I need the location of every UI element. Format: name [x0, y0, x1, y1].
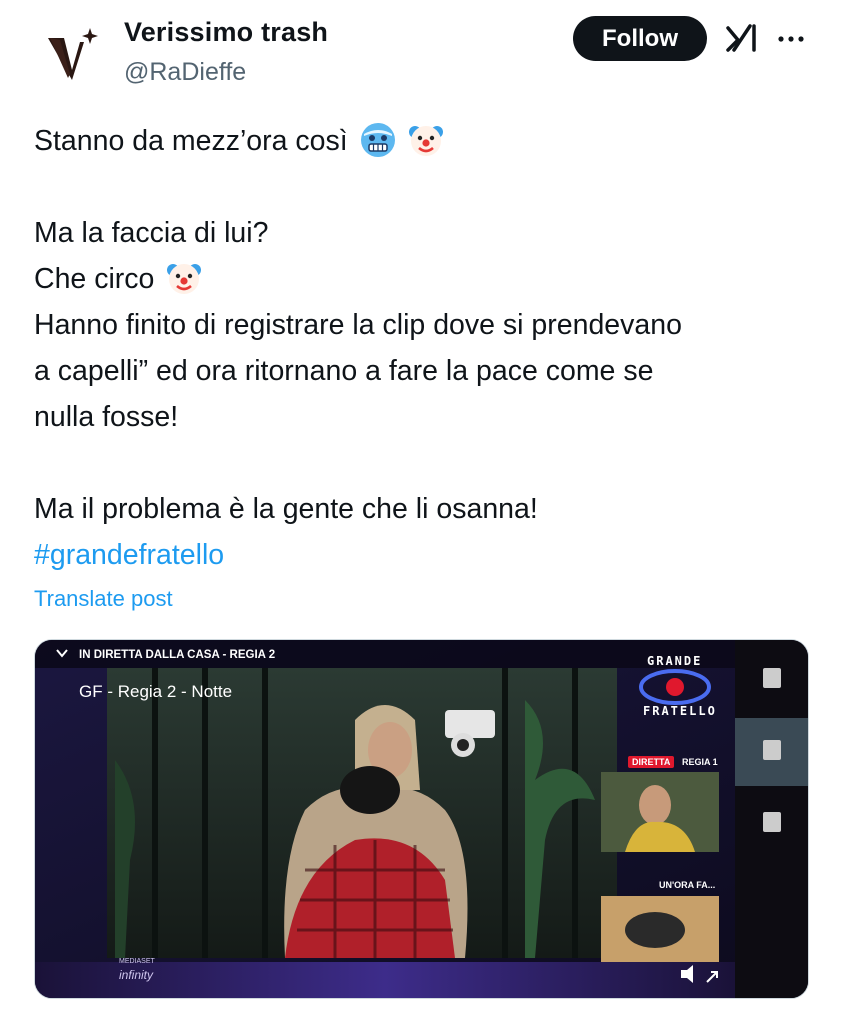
live-badge: DIRETTA — [628, 756, 675, 768]
hashtag-link[interactable]: #grandefratello — [34, 539, 224, 571]
tweet-line-4: Hanno finito di registrare la clip dove … — [34, 309, 682, 341]
v-logo-avatar-icon — [48, 28, 98, 80]
follow-button[interactable]: Follow — [573, 16, 707, 61]
watermark-line-1: MEDIASET — [119, 958, 155, 965]
channel-title: GF - Regia 2 - Notte — [79, 682, 233, 701]
clown-face-emoji-icon — [408, 126, 443, 156]
tweet-line-5: a capelli” ed ora ritornano a fare la pa… — [34, 355, 654, 387]
translate-post-link[interactable]: Translate post — [34, 586, 173, 612]
hour-ago-label: UN'ORA FA... — [659, 880, 716, 890]
author-name[interactable]: Verissimo trash — [124, 17, 328, 48]
more-dots-icon[interactable] — [774, 22, 808, 56]
tweet-line-2: Ma la faccia di lui? — [34, 217, 269, 249]
brand-line-2: FRATELLO — [643, 704, 717, 718]
tweet-line-1: Stanno da mezz’ora così — [34, 125, 348, 157]
tweet-line-7: Ma il problema è la gente che li osanna! — [34, 493, 538, 525]
live-top-label: IN DIRETTA DALLA CASA - REGIA 2 — [79, 649, 276, 661]
cold-face-emoji-icon — [360, 123, 395, 157]
tweet-media-video[interactable]: IN DIRETTA DALLA CASA - REGIA 2 GF - Reg… — [34, 639, 809, 999]
tweet-text: Stanno da mezz’ora così Ma la faccia di … — [34, 118, 814, 578]
brand-line-1: GRANDE — [647, 654, 703, 668]
tweet-line-6: nulla fosse! — [34, 401, 179, 433]
clown-face-emoji-icon — [167, 264, 202, 294]
live-channel-label: REGIA 1 — [682, 757, 718, 767]
avatar[interactable] — [34, 18, 106, 90]
author-handle[interactable]: @RaDieffe — [124, 58, 246, 87]
watermark-line-2: infinity — [119, 968, 154, 982]
grok-icon[interactable] — [724, 20, 760, 56]
tweet-line-3: Che circo — [34, 263, 155, 295]
